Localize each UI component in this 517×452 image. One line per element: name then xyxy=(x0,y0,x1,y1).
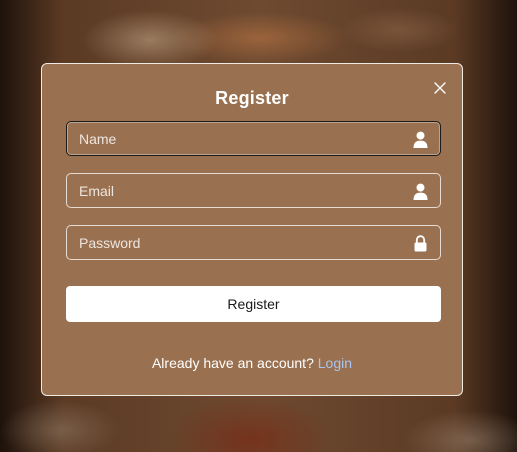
email-input[interactable] xyxy=(67,174,440,207)
lock-icon xyxy=(414,235,427,252)
modal-title: Register xyxy=(215,88,289,108)
login-link[interactable]: Login xyxy=(318,355,352,371)
password-field[interactable] xyxy=(66,225,441,260)
name-input[interactable] xyxy=(67,122,440,155)
register-modal: Register Register Already have an accoun… xyxy=(41,63,463,396)
login-prompt-text: Already have an account? xyxy=(151,355,314,371)
close-icon[interactable] xyxy=(432,80,448,96)
user-icon xyxy=(413,131,428,148)
password-input[interactable] xyxy=(67,226,440,259)
login-prompt: Already have an account? Login xyxy=(42,355,462,371)
email-field[interactable] xyxy=(66,173,441,208)
user-icon xyxy=(413,183,428,200)
name-field[interactable] xyxy=(66,121,441,156)
register-button[interactable]: Register xyxy=(66,286,441,322)
